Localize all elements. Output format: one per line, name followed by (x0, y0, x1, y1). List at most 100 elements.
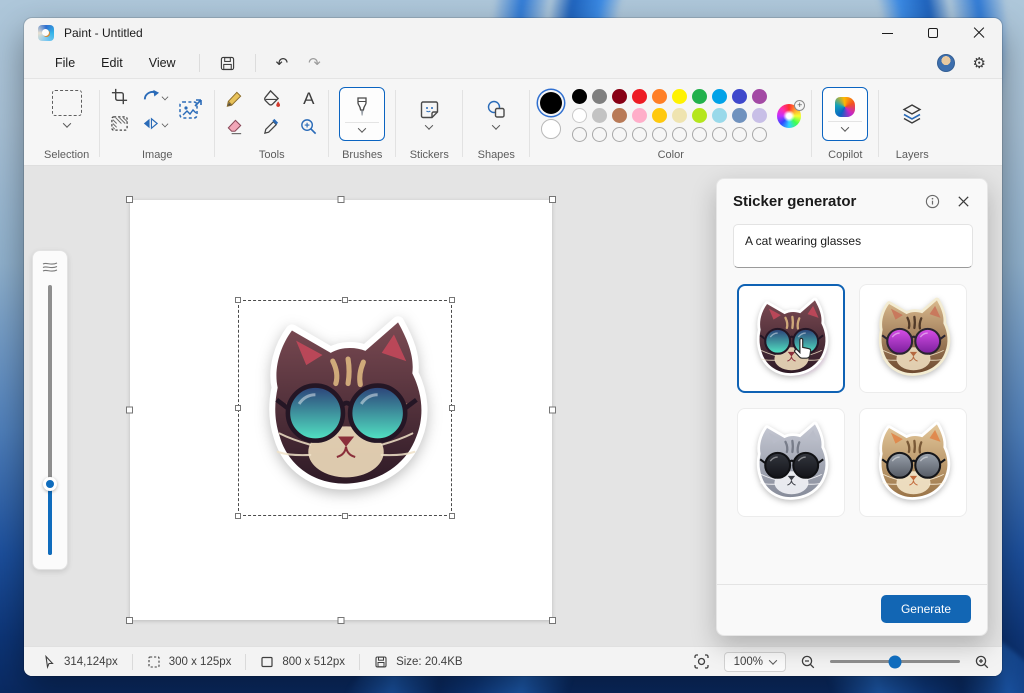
info-icon[interactable] (925, 194, 940, 209)
selection-resize-handle[interactable] (449, 513, 455, 519)
custom-color-slot[interactable] (572, 127, 588, 142)
color-swatch[interactable] (592, 89, 608, 104)
color-swatch[interactable] (632, 89, 648, 104)
redo-button[interactable]: ↷ (298, 54, 331, 73)
custom-color-slot[interactable] (712, 127, 728, 142)
sticker-result-2[interactable] (859, 284, 967, 393)
background-color-swatch[interactable] (541, 119, 562, 139)
color-swatch[interactable] (692, 108, 708, 123)
sticker-result-3[interactable] (737, 408, 845, 517)
crop-icon[interactable] (110, 87, 129, 106)
save-button[interactable] (210, 54, 245, 73)
custom-color-slot[interactable] (732, 127, 748, 142)
thickness-slider-thumb[interactable] (43, 477, 57, 491)
custom-color-slot[interactable] (672, 127, 688, 142)
file-size-icon (375, 655, 387, 668)
pencil-icon[interactable] (225, 89, 244, 108)
sticker-result-4[interactable] (859, 408, 967, 517)
color-swatch[interactable] (612, 89, 628, 104)
selection-resize-handle[interactable] (449, 405, 455, 411)
resize-image-icon[interactable] (178, 97, 204, 123)
file-size-value: Size: 20.4KB (396, 655, 463, 668)
panel-close-icon[interactable] (956, 194, 971, 209)
color-swatch[interactable] (732, 89, 748, 104)
canvas-resize-handle[interactable] (337, 196, 345, 203)
color-swatch[interactable] (752, 89, 768, 104)
color-swatch[interactable] (612, 108, 628, 123)
custom-color-slot[interactable] (592, 127, 608, 142)
minimize-button[interactable] (864, 18, 910, 48)
selection-resize-handle[interactable] (235, 297, 241, 303)
color-picker-icon[interactable] (262, 117, 281, 136)
canvas-resize-handle[interactable] (126, 196, 133, 203)
undo-button[interactable]: ↶ (266, 54, 299, 73)
brushes-button[interactable] (339, 87, 386, 141)
custom-color-slot[interactable] (692, 127, 708, 142)
canvas-resize-handle[interactable] (337, 617, 345, 624)
close-button[interactable] (956, 18, 1002, 48)
menu-view[interactable]: View (136, 52, 189, 74)
fit-to-screen-icon[interactable] (693, 653, 710, 670)
thickness-slider-track[interactable] (43, 285, 57, 555)
zoom-level-dropdown[interactable]: 100% (723, 651, 786, 672)
account-avatar[interactable] (936, 54, 955, 72)
cursor-position-status: 314,124px (36, 654, 132, 669)
remove-background-icon[interactable] (110, 114, 129, 133)
color-group-label: Color (657, 149, 684, 161)
magnifier-icon[interactable] (299, 117, 318, 136)
zoom-out-icon[interactable] (800, 654, 816, 670)
canvas-resize-handle[interactable] (126, 617, 133, 624)
canvas[interactable] (126, 196, 556, 624)
foreground-color-swatch[interactable] (540, 92, 563, 114)
sticker-result-1[interactable] (737, 284, 845, 393)
canvas-resize-handle[interactable] (549, 406, 556, 414)
layers-button[interactable] (889, 87, 935, 141)
fill-color-icon[interactable] (262, 89, 281, 108)
selection-tool[interactable] (51, 87, 82, 128)
custom-color-slot[interactable] (612, 127, 628, 142)
edit-colors-wheel[interactable]: + (777, 99, 806, 128)
color-swatch[interactable] (712, 108, 728, 123)
selection-resize-handle[interactable] (342, 297, 348, 303)
shapes-button[interactable] (473, 87, 519, 141)
flip-button[interactable] (141, 114, 169, 133)
canvas-resize-handle[interactable] (549, 617, 556, 624)
text-tool-icon[interactable]: A (303, 90, 314, 107)
color-swatch[interactable] (592, 108, 608, 123)
color-swatch[interactable] (752, 108, 768, 123)
menu-file[interactable]: File (42, 52, 88, 74)
color-swatch[interactable] (672, 89, 688, 104)
sticker-selection[interactable] (235, 297, 455, 519)
zoom-slider-thumb[interactable] (888, 655, 902, 668)
color-swatch[interactable] (732, 108, 748, 123)
prompt-input[interactable]: A cat wearing glasses (733, 224, 973, 268)
color-swatch[interactable] (672, 108, 688, 123)
minimize-icon (881, 32, 893, 34)
canvas-resize-handle[interactable] (549, 196, 556, 203)
custom-color-slot[interactable] (652, 127, 668, 142)
selection-resize-handle[interactable] (342, 513, 348, 519)
custom-color-slot[interactable] (752, 127, 768, 142)
zoom-in-icon[interactable] (974, 654, 990, 670)
zoom-slider[interactable] (830, 655, 960, 668)
color-swatch[interactable] (652, 108, 668, 123)
color-swatch[interactable] (632, 108, 648, 123)
menu-edit[interactable]: Edit (88, 52, 136, 74)
maximize-button[interactable] (910, 18, 956, 48)
generate-button[interactable]: Generate (880, 595, 971, 623)
rotate-button[interactable] (141, 87, 169, 106)
copilot-button[interactable] (822, 87, 869, 141)
selection-resize-handle[interactable] (235, 513, 241, 519)
selection-resize-handle[interactable] (235, 405, 241, 411)
color-swatch[interactable] (652, 89, 668, 104)
eraser-icon[interactable] (225, 117, 244, 136)
selection-resize-handle[interactable] (449, 297, 455, 303)
custom-color-slot[interactable] (632, 127, 648, 142)
color-swatch[interactable] (692, 89, 708, 104)
color-swatch[interactable] (712, 89, 728, 104)
color-swatch[interactable] (572, 108, 588, 123)
stickers-button[interactable] (406, 87, 452, 141)
settings-gear-icon[interactable]: ⚙ (973, 56, 986, 71)
color-swatch[interactable] (572, 89, 588, 104)
canvas-resize-handle[interactable] (126, 406, 133, 414)
